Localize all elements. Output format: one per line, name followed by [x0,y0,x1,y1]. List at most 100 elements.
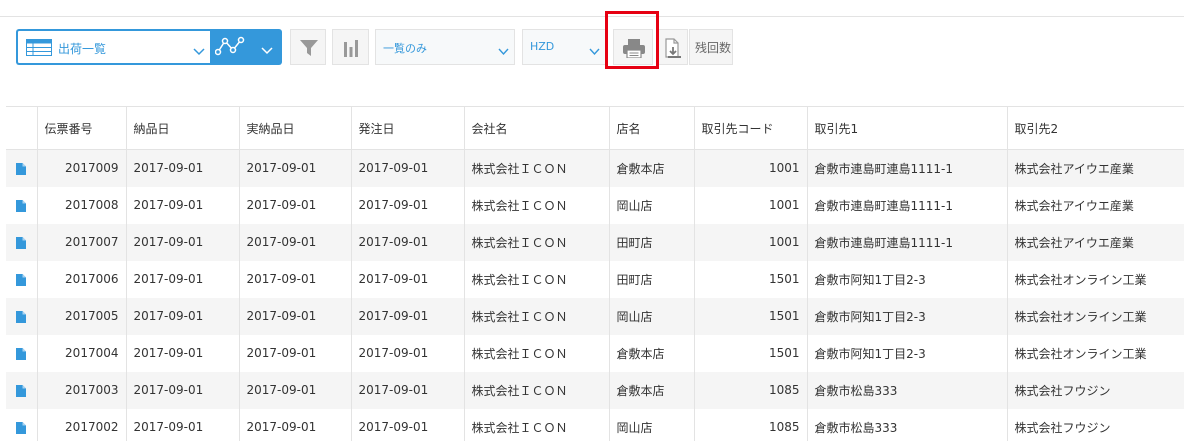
column-header-order-date[interactable]: 発注日 [350,106,464,150]
column-header-slip-number[interactable]: 伝票番号 [36,106,126,150]
column-header-client2[interactable]: 取引先2 [1006,106,1184,150]
client-code-cell: 1001 [693,149,807,187]
actual-delivery-date-cell: 2017-09-01 [238,149,351,187]
store-cell: 岡山店 [608,408,694,441]
actual-delivery-date-cell: 2017-09-01 [238,223,351,261]
store-cell: 倉敷本店 [608,149,694,187]
list-icon [26,39,52,60]
delivery-date-cell: 2017-09-01 [125,149,239,187]
hzd-select[interactable]: HZD [522,29,606,65]
delivery-date-cell: 2017-09-01 [125,334,239,372]
column-header-client1[interactable]: 取引先1 [806,106,1007,150]
hzd-select-value: HZD [530,40,555,53]
list-scope-select[interactable]: 一覧のみ [375,29,515,65]
table-row[interactable]: 2017007 2017-09-01 2017-09-01 2017-09-01… [6,223,1184,261]
company-cell: 株式会社ＩＣＯＮ [463,371,609,409]
actual-delivery-date-cell: 2017-09-01 [238,334,351,372]
column-header-store[interactable]: 店名 [608,106,694,150]
column-header-actual-delivery-date[interactable]: 実納品日 [238,106,351,150]
shipment-table: 伝票番号 納品日 実納品日 発注日 会社名 店名 取引先コード 取引先1 取引先… [6,106,1184,441]
remaining-count-button[interactable]: 残回数 [689,29,733,65]
chevron-down-icon [193,41,205,60]
download-file-icon [665,38,681,58]
document-icon[interactable] [16,347,27,360]
table-row[interactable]: 2017009 2017-09-01 2017-09-01 2017-09-01… [6,149,1184,187]
delivery-date-cell: 2017-09-01 [125,186,239,224]
row-icon-cell[interactable] [6,149,37,187]
actual-delivery-date-cell: 2017-09-01 [238,371,351,409]
row-icon-cell[interactable] [6,334,37,372]
row-icon-cell[interactable] [6,371,37,409]
row-icon-cell[interactable] [6,297,37,335]
export-button[interactable] [656,29,688,65]
slip-number-cell: 2017004 [36,334,126,372]
document-icon[interactable] [16,273,27,286]
company-cell: 株式会社ＩＣＯＮ [463,223,609,261]
company-cell: 株式会社ＩＣＯＮ [463,186,609,224]
chevron-down-icon [261,40,273,59]
bar-chart-icon [344,40,358,57]
client1-cell: 倉敷市連島町連島1111-1 [806,149,1007,187]
actual-delivery-date-cell: 2017-09-01 [238,297,351,335]
order-date-cell: 2017-09-01 [350,186,464,224]
table-row[interactable]: 2017005 2017-09-01 2017-09-01 2017-09-01… [6,297,1184,335]
table-row[interactable]: 2017004 2017-09-01 2017-09-01 2017-09-01… [6,334,1184,372]
client2-cell: 株式会社アイウエ産業 [1006,186,1184,224]
client1-cell: 倉敷市連島町連島1111-1 [806,186,1007,224]
order-date-cell: 2017-09-01 [350,371,464,409]
document-icon[interactable] [16,236,27,249]
store-cell: 田町店 [608,223,694,261]
column-header-company[interactable]: 会社名 [463,106,609,150]
order-date-cell: 2017-09-01 [350,223,464,261]
document-icon[interactable] [16,421,27,434]
company-cell: 株式会社ＩＣＯＮ [463,334,609,372]
slip-number-cell: 2017006 [36,260,126,298]
company-cell: 株式会社ＩＣＯＮ [463,297,609,335]
row-icon-cell[interactable] [6,260,37,298]
store-cell: 田町店 [608,260,694,298]
column-header-client-code[interactable]: 取引先コード [693,106,807,150]
print-button[interactable] [613,29,653,65]
top-divider [0,16,1184,17]
document-icon[interactable] [16,199,27,212]
table-row[interactable]: 2017006 2017-09-01 2017-09-01 2017-09-01… [6,260,1184,298]
client2-cell: 株式会社フウジン [1006,408,1184,441]
view-select-label: 出荷一覧 [58,42,107,56]
store-cell: 岡山店 [608,297,694,335]
client-code-cell: 1001 [693,186,807,224]
table-row[interactable]: 2017002 2017-09-01 2017-09-01 2017-09-01… [6,408,1184,441]
document-icon[interactable] [16,162,27,175]
client1-cell: 倉敷市阿知1丁目2-3 [806,260,1007,298]
slip-number-cell: 2017005 [36,297,126,335]
slip-number-cell: 2017009 [36,149,126,187]
filter-button[interactable] [290,29,326,65]
table-row[interactable]: 2017008 2017-09-01 2017-09-01 2017-09-01… [6,186,1184,224]
store-cell: 倉敷本店 [608,371,694,409]
row-icon-cell[interactable] [6,223,37,261]
chart-button[interactable] [332,29,369,65]
company-cell: 株式会社ＩＣＯＮ [463,408,609,441]
client2-cell: 株式会社アイウエ産業 [1006,149,1184,187]
client-code-cell: 1501 [693,297,807,335]
row-icon-cell[interactable] [6,186,37,224]
document-icon[interactable] [16,384,27,397]
filter-icon [300,40,318,56]
client1-cell: 倉敷市阿知1丁目2-3 [806,297,1007,335]
slip-number-cell: 2017007 [36,223,126,261]
table-row[interactable]: 2017003 2017-09-01 2017-09-01 2017-09-01… [6,371,1184,409]
company-cell: 株式会社ＩＣＯＮ [463,260,609,298]
client2-cell: 株式会社オンライン工業 [1006,260,1184,298]
document-icon[interactable] [16,310,27,323]
client1-cell: 倉敷市松島333 [806,408,1007,441]
actual-delivery-date-cell: 2017-09-01 [238,408,351,441]
graph-button[interactable] [210,29,282,65]
client1-cell: 倉敷市阿知1丁目2-3 [806,334,1007,372]
client-code-cell: 1085 [693,408,807,441]
actual-delivery-date-cell: 2017-09-01 [238,260,351,298]
row-icon-cell[interactable] [6,408,37,441]
column-header-delivery-date[interactable]: 納品日 [125,106,239,150]
slip-number-cell: 2017003 [36,371,126,409]
slip-number-cell: 2017008 [36,186,126,224]
client-code-cell: 1501 [693,260,807,298]
view-select[interactable]: 出荷一覧 [16,29,210,65]
